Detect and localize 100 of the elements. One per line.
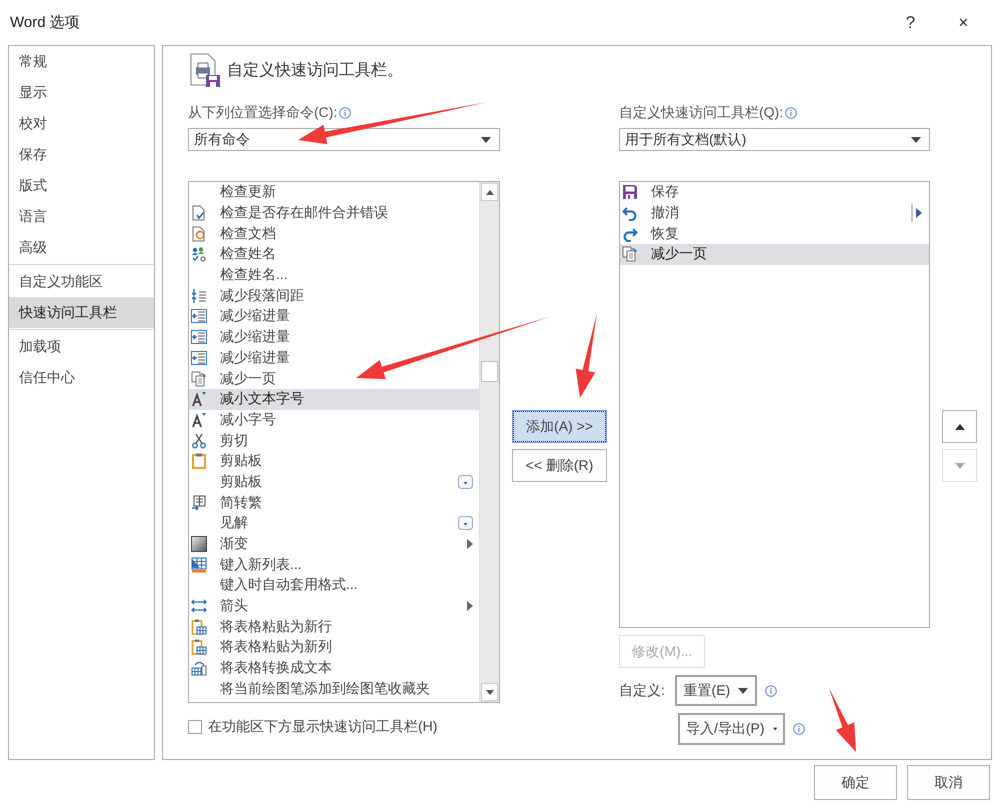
clipboard-icon <box>191 453 207 470</box>
scissors-icon <box>191 432 207 449</box>
save-icon <box>622 184 638 200</box>
spacing-icon <box>191 288 207 304</box>
double-arrow-icon <box>191 598 207 614</box>
list-item[interactable]: 减少一页 <box>620 244 929 265</box>
list-item[interactable]: 将当前绘图笔添加到绘图笔收藏夹 <box>189 678 479 700</box>
table-icon <box>191 556 207 573</box>
scroll-down-button[interactable] <box>481 683 498 701</box>
list-item[interactable]: 剪贴板 <box>189 450 479 472</box>
add-button[interactable]: 添加(A) >> <box>512 410 607 443</box>
sidebar-item[interactable]: 高级 <box>9 232 154 263</box>
list-item[interactable]: 减少缩进量 <box>189 348 479 368</box>
scroll-up-button[interactable] <box>481 183 498 201</box>
list-item[interactable]: 减少一页 <box>189 368 479 389</box>
list-item[interactable]: 剪贴板 <box>189 472 479 492</box>
list-item[interactable]: 检查姓名 <box>189 244 479 265</box>
document-inspect-icon <box>191 226 207 242</box>
sidebar-item[interactable]: 自定义功能区 <box>9 266 154 297</box>
list-item[interactable]: 将表格粘贴为新列 <box>189 637 479 658</box>
sidebar-item[interactable]: 版式 <box>9 170 154 201</box>
cancel-button[interactable]: 取消 <box>907 765 990 800</box>
list-item[interactable]: 渐变 <box>189 534 479 554</box>
sidebar-item[interactable]: 保存 <box>9 139 154 170</box>
info-icon <box>785 107 798 119</box>
printer-document-icon <box>188 53 223 88</box>
caret-icon <box>481 136 491 142</box>
scrollbar[interactable] <box>479 182 499 702</box>
split-arrow-icon <box>911 204 923 222</box>
font-size-icon <box>191 412 207 428</box>
dropdown[interactable]: 用于所有文档(默认) <box>619 128 930 151</box>
outdent-icon <box>191 308 207 324</box>
submenu-arrow-icon <box>467 601 473 612</box>
table-convert-icon <box>191 660 207 676</box>
info-icon <box>764 684 777 696</box>
list-item[interactable]: 减小文本字号 <box>189 388 479 410</box>
undo-icon <box>622 205 638 222</box>
list-item[interactable]: 减小字号 <box>189 410 479 430</box>
list-item[interactable]: 箭头 <box>189 596 479 616</box>
outdent-icon <box>191 329 207 346</box>
sidebar-item[interactable]: 信任中心 <box>9 362 154 393</box>
customize-label: 自定义: <box>619 682 665 700</box>
sidebar-item[interactable]: 快速访问工具栏 <box>9 297 154 328</box>
scrollbar-thumb[interactable] <box>481 361 498 382</box>
list-item[interactable]: 将表格粘贴为新行 <box>189 616 479 638</box>
list-item[interactable]: 键入时自动套用格式... <box>189 575 479 596</box>
remove-button[interactable]: << 删除(R) <box>512 449 607 482</box>
sidebar-item[interactable]: 常规 <box>9 46 154 77</box>
list-item[interactable]: 恢复 <box>620 223 929 244</box>
up-arrow-icon <box>954 424 964 430</box>
list-item[interactable]: 键入新列表... <box>189 554 479 576</box>
list-item[interactable]: 减少缩进量 <box>189 326 479 348</box>
pages-icon <box>191 370 207 387</box>
reset-button[interactable]: 重置(E) <box>674 675 757 706</box>
clipboard-table-icon <box>191 639 207 656</box>
section-heading: 自定义快速访问工具栏。 <box>227 60 403 81</box>
info-icon <box>793 723 805 735</box>
down-arrow-icon <box>486 690 494 694</box>
caret-icon <box>772 726 777 732</box>
help-button[interactable]: ? <box>884 12 937 34</box>
sidebar-item[interactable]: 语言 <box>9 201 154 232</box>
move-up-button[interactable] <box>942 410 977 443</box>
dropdown[interactable]: 所有命令 <box>188 128 500 151</box>
sidebar-item[interactable]: 显示 <box>9 77 154 108</box>
sidebar-item[interactable]: 加载项 <box>9 331 154 362</box>
caret-icon <box>911 136 921 142</box>
list-item[interactable]: 将表格转换成文本 <box>189 658 479 678</box>
list-item[interactable]: 检查更新 <box>189 182 479 203</box>
people-icon <box>191 246 207 262</box>
info-icon <box>339 107 352 119</box>
window-title: Word 选项 <box>10 13 81 32</box>
gradient-icon <box>191 536 207 552</box>
clipboard-table-icon <box>191 618 207 635</box>
document-check-icon <box>191 205 207 222</box>
list-item[interactable]: 简转繁 <box>189 492 479 513</box>
list-item[interactable]: 撤消 <box>620 202 929 224</box>
checkbox[interactable] <box>188 720 202 734</box>
ok-button[interactable]: 确定 <box>814 765 897 800</box>
list-item[interactable]: 检查文档 <box>189 223 479 244</box>
outdent-icon <box>191 350 207 366</box>
submenu-arrow-icon <box>467 539 473 550</box>
sidebar-item[interactable]: 校对 <box>9 108 154 139</box>
field-label: 自定义快速访问工具栏(Q): <box>619 104 784 122</box>
down-arrow-icon <box>954 462 964 468</box>
list-item[interactable]: 剪切 <box>189 430 479 451</box>
import-export-button[interactable]: 导入/导出(P) <box>678 713 785 745</box>
list-item[interactable]: 检查姓名... <box>189 264 479 286</box>
list-item[interactable]: 见解 <box>189 513 479 534</box>
list-item[interactable]: 减少缩进量 <box>189 306 479 327</box>
field-label: 从下列位置选择命令(C): <box>188 104 338 122</box>
list-item[interactable]: 检查是否存在邮件合并错误 <box>189 202 479 224</box>
list-item[interactable]: 保存 <box>620 182 929 203</box>
close-button[interactable]: × <box>937 12 990 34</box>
checkbox-label[interactable]: 在功能区下方显示快速访问工具栏(H) <box>208 718 438 736</box>
list-item[interactable]: 减少段落间距 <box>189 285 479 306</box>
pages-icon <box>622 246 638 262</box>
caret-icon <box>738 688 748 694</box>
font-size-icon <box>191 391 207 408</box>
redo-icon <box>622 226 638 242</box>
up-arrow-icon <box>486 190 494 194</box>
